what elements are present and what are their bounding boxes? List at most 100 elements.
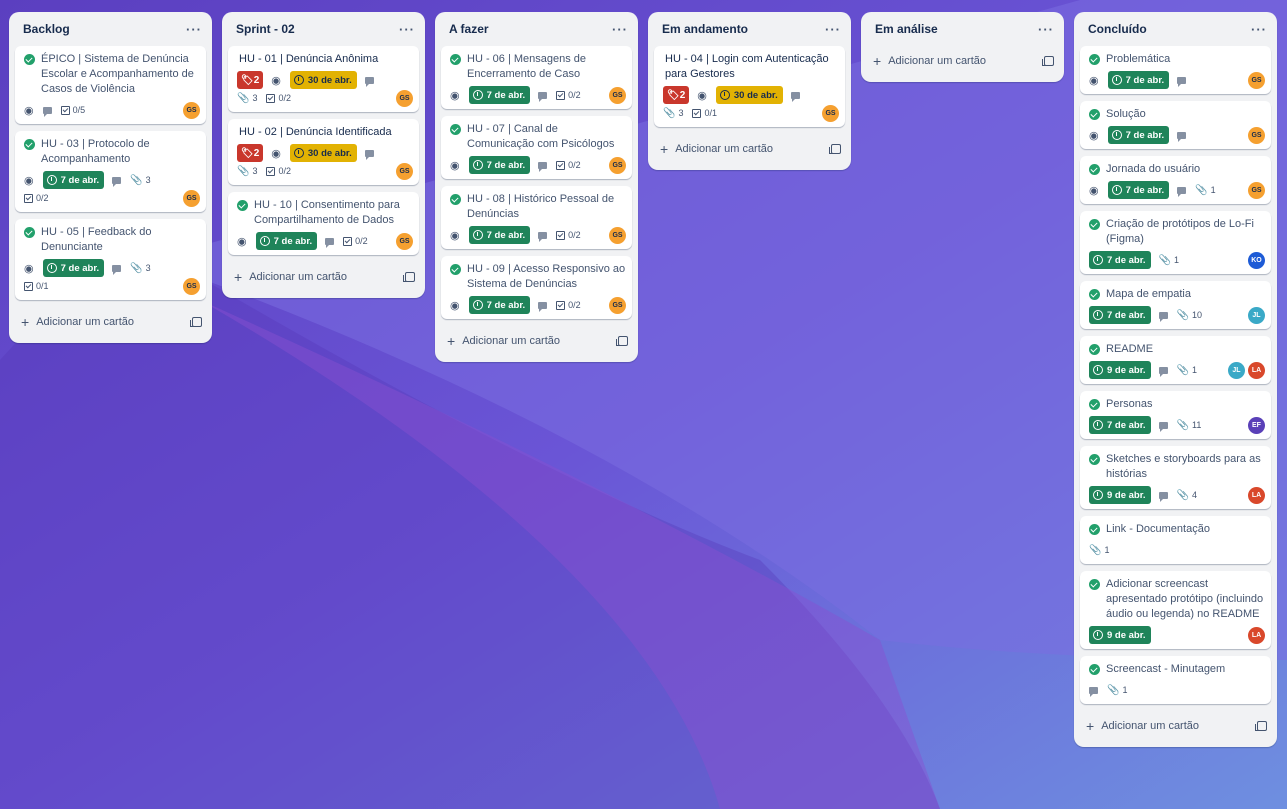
member-avatar[interactable]: LA [1248, 487, 1265, 504]
complete-check-icon[interactable] [24, 227, 35, 238]
card[interactable]: HU - 05 | Feedback do Denunciante ◉ 7 de a… [15, 219, 206, 300]
due-date-badge[interactable]: 9 de abr. [1089, 486, 1151, 504]
create-from-template-icon[interactable] [829, 144, 841, 154]
add-card-button[interactable]: + Adicionar um cartão [9, 307, 212, 337]
list-menu-button[interactable]: ··· [1036, 22, 1056, 37]
due-date-badge[interactable]: 30 de abr. [715, 86, 783, 104]
due-date-badge[interactable]: 7 de abr. [1107, 181, 1170, 199]
member-avatar[interactable]: GS [183, 278, 200, 295]
add-card-button[interactable]: + Adicionar um cartão [222, 262, 425, 292]
member-avatar[interactable]: GS [396, 233, 413, 250]
card[interactable]: Sketches e storyboards para as histórias… [1080, 446, 1271, 509]
list-title[interactable]: Em andamento [662, 22, 748, 36]
list-menu-button[interactable]: ··· [184, 22, 204, 37]
card[interactable]: HU - 01 | Denúncia Anônima 🏷 2 ◉ 30 de abr.… [228, 46, 419, 112]
member-avatar[interactable]: GS [396, 90, 413, 107]
complete-check-icon[interactable] [1089, 289, 1100, 300]
due-date-badge[interactable]: 7 de abr. [1089, 416, 1151, 434]
card[interactable]: HU - 09 | Acesso Responsivo ao Sistema d… [441, 256, 632, 319]
card[interactable]: Screencast - Minutagem 📎 1 [1080, 656, 1271, 704]
create-from-template-icon[interactable] [190, 317, 202, 327]
card[interactable]: ÉPICO | Sistema de Denúncia Escolar e Ac… [15, 46, 206, 124]
due-date-badge[interactable]: 9 de abr. [1089, 361, 1151, 379]
complete-check-icon[interactable] [1089, 454, 1100, 465]
due-date-badge[interactable]: 7 de abr. [1107, 71, 1170, 89]
member-avatar[interactable]: KO [1248, 252, 1265, 269]
complete-check-icon[interactable] [450, 124, 461, 135]
member-avatar[interactable]: JL [1228, 362, 1245, 379]
card[interactable]: Personas 7 de abr. 📎 11 EF [1080, 391, 1271, 439]
member-avatar[interactable]: GS [1248, 182, 1265, 199]
member-avatar[interactable]: GS [183, 102, 200, 119]
due-date-badge[interactable]: 7 de abr. [468, 86, 531, 104]
card[interactable]: README 9 de abr. 📎 1 JL LA [1080, 336, 1271, 384]
list-title[interactable]: A fazer [449, 22, 489, 36]
card[interactable]: Adicionar screencast apresentado protóti… [1080, 571, 1271, 649]
member-avatar[interactable]: EF [1248, 417, 1265, 434]
card[interactable]: Jornada do usuário ◉ 7 de abr. 📎 1 GS [1080, 156, 1271, 204]
list-menu-button[interactable]: ··· [823, 22, 843, 37]
card[interactable]: HU - 06 | Mensagens de Encerramento de C… [441, 46, 632, 109]
create-from-template-icon[interactable] [403, 272, 415, 282]
member-avatar[interactable]: GS [183, 190, 200, 207]
due-date-badge[interactable]: 7 de abr. [255, 232, 318, 250]
member-avatar[interactable]: GS [1248, 72, 1265, 89]
card[interactable]: HU - 10 | Consentimento para Compartilha… [228, 192, 419, 255]
complete-check-icon[interactable] [1089, 664, 1100, 675]
complete-check-icon[interactable] [1089, 109, 1100, 120]
member-avatar[interactable]: LA [1248, 627, 1265, 644]
card[interactable]: Mapa de empatia 7 de abr. 📎 10 JL [1080, 281, 1271, 329]
due-date-badge[interactable]: 7 de abr. [468, 226, 531, 244]
card[interactable]: HU - 08 | Histórico Pessoal de Denúncias… [441, 186, 632, 249]
list-title[interactable]: Concluído [1088, 22, 1147, 36]
card[interactable]: HU - 02 | Denúncia Identificada 🏷 2 ◉ 30 de… [228, 119, 419, 185]
due-date-badge[interactable]: 7 de abr. [1089, 306, 1151, 324]
complete-check-icon[interactable] [1089, 579, 1100, 590]
card[interactable]: Solução ◉ 7 de abr. GS [1080, 101, 1271, 149]
member-avatar[interactable]: GS [396, 163, 413, 180]
member-avatar[interactable]: GS [609, 227, 626, 244]
add-card-button[interactable]: + Adicionar um cartão [648, 134, 851, 164]
member-avatar[interactable]: GS [609, 87, 626, 104]
complete-check-icon[interactable] [24, 54, 35, 65]
card[interactable]: Link - Documentação 📎 1 [1080, 516, 1271, 564]
complete-check-icon[interactable] [1089, 54, 1100, 65]
add-card-button[interactable]: + Adicionar um cartão [861, 46, 1064, 76]
complete-check-icon[interactable] [450, 54, 461, 65]
complete-check-icon[interactable] [450, 194, 461, 205]
complete-check-icon[interactable] [237, 200, 248, 211]
complete-check-icon[interactable] [1089, 344, 1100, 355]
member-avatar[interactable]: GS [609, 157, 626, 174]
due-date-badge[interactable]: 7 de abr. [468, 296, 531, 314]
member-avatar[interactable]: LA [1248, 362, 1265, 379]
list-menu-button[interactable]: ··· [1249, 22, 1269, 37]
member-avatar[interactable]: GS [1248, 127, 1265, 144]
complete-check-icon[interactable] [24, 139, 35, 150]
list-menu-button[interactable]: ··· [397, 22, 417, 37]
create-from-template-icon[interactable] [1255, 721, 1267, 731]
add-card-button[interactable]: + Adicionar um cartão [435, 326, 638, 356]
create-from-template-icon[interactable] [1042, 56, 1054, 66]
create-from-template-icon[interactable] [616, 336, 628, 346]
complete-check-icon[interactable] [1089, 524, 1100, 535]
card[interactable]: HU - 04 | Login com Autenticação para Ge… [654, 46, 845, 127]
complete-check-icon[interactable] [1089, 164, 1100, 175]
due-date-badge[interactable]: 7 de abr. [42, 259, 105, 277]
list-title[interactable]: Backlog [23, 22, 70, 36]
due-date-badge[interactable]: 7 de abr. [1107, 126, 1170, 144]
due-date-badge[interactable]: 7 de abr. [468, 156, 531, 174]
complete-check-icon[interactable] [1089, 219, 1100, 230]
add-card-button[interactable]: + Adicionar um cartão [1074, 711, 1277, 741]
member-avatar[interactable]: GS [609, 297, 626, 314]
complete-check-icon[interactable] [450, 264, 461, 275]
list-title[interactable]: Sprint - 02 [236, 22, 295, 36]
due-date-badge[interactable]: 30 de abr. [289, 71, 357, 89]
member-avatar[interactable]: GS [822, 105, 839, 122]
due-date-badge[interactable]: 30 de abr. [289, 144, 357, 162]
due-date-badge[interactable]: 7 de abr. [42, 171, 105, 189]
list-title[interactable]: Em análise [875, 22, 938, 36]
member-avatar[interactable]: JL [1248, 307, 1265, 324]
card[interactable]: Criação de protótipos de Lo-Fi (Figma) 7 … [1080, 211, 1271, 274]
due-date-badge[interactable]: 9 de abr. [1089, 626, 1151, 644]
card[interactable]: HU - 07 | Canal de Comunicação com Psicó… [441, 116, 632, 179]
